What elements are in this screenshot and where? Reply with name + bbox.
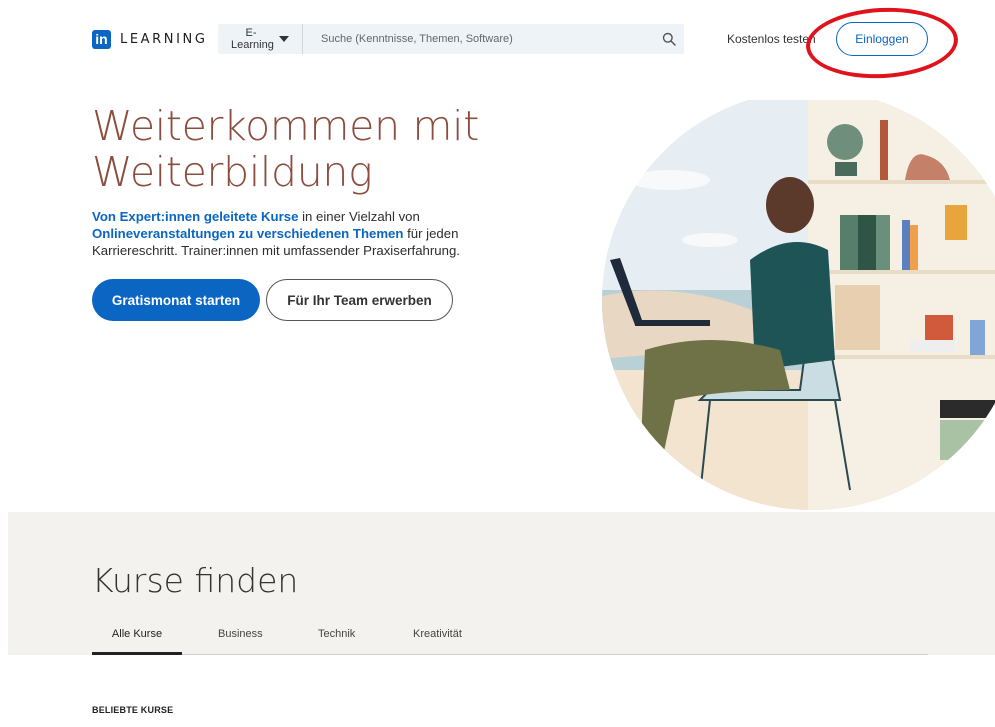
hero-illustration xyxy=(602,100,995,510)
free-trial-link[interactable]: Kostenlos testen xyxy=(727,32,816,46)
logo-text: LEARNING xyxy=(120,32,208,47)
hero-description: Von Expert:innen geleitete Kurse in eine… xyxy=(92,208,512,259)
category-select-label: E-Learning xyxy=(231,27,274,51)
caret-down-icon xyxy=(279,36,289,42)
tab-kreativitaet[interactable]: Kreativität xyxy=(413,628,462,655)
tab-technik[interactable]: Technik xyxy=(318,628,355,655)
category-select[interactable]: E-Learning xyxy=(218,24,303,54)
buy-for-team-button[interactable]: Für Ihr Team erwerben xyxy=(266,279,453,321)
find-courses-title: Kurse finden xyxy=(92,561,299,600)
search-button[interactable] xyxy=(654,24,684,54)
top-nav-bar: in LEARNING E-Learning Kostenlos testen … xyxy=(0,0,995,82)
search-icon xyxy=(662,32,676,46)
tab-all-courses[interactable]: Alle Kurse xyxy=(92,628,182,655)
linkedin-logo-icon: in xyxy=(92,30,111,49)
search-bar: E-Learning xyxy=(218,24,684,54)
start-free-month-button[interactable]: Gratismonat starten xyxy=(92,279,260,321)
course-tabs: Alle Kurse Business Technik Kreativität xyxy=(92,628,928,655)
login-button[interactable]: Einloggen xyxy=(836,22,928,56)
hero-text-1: in einer Vielzahl von xyxy=(298,209,420,224)
popular-courses-label: BELIEBTE KURSE xyxy=(92,705,174,715)
linkedin-learning-logo[interactable]: in LEARNING xyxy=(92,30,208,49)
online-events-link[interactable]: Onlineveranstaltungen zu verschiedenen T… xyxy=(92,226,403,241)
tab-business[interactable]: Business xyxy=(218,628,263,655)
hero-title: Weiterkommen mit Weiterbildung xyxy=(92,102,480,196)
search-input[interactable] xyxy=(303,24,654,54)
expert-courses-link[interactable]: Von Expert:innen geleitete Kurse xyxy=(92,209,298,224)
